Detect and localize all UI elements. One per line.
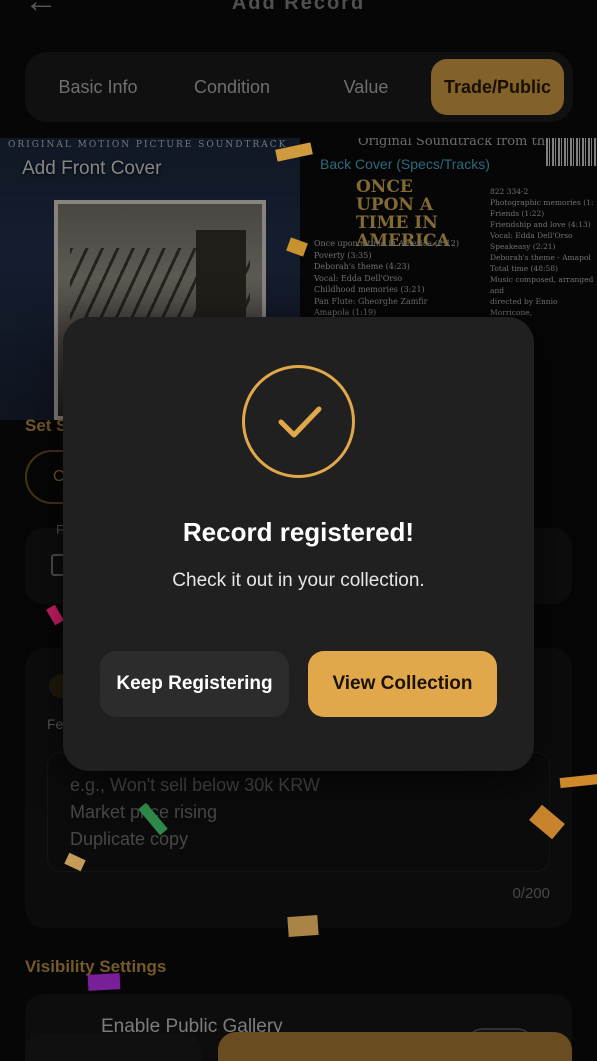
check-circle-icon [242,365,355,478]
view-collection-button[interactable]: View Collection [308,651,497,717]
success-modal: Record registered! Check it out in your … [63,317,534,771]
keep-registering-button[interactable]: Keep Registering [100,651,289,717]
modal-title: Record registered! [182,517,415,547]
checkmark-icon [278,406,322,438]
modal-subtitle: Check it out in your collection. [172,570,425,591]
confetti-piece [287,914,319,938]
confetti-piece [87,973,121,991]
